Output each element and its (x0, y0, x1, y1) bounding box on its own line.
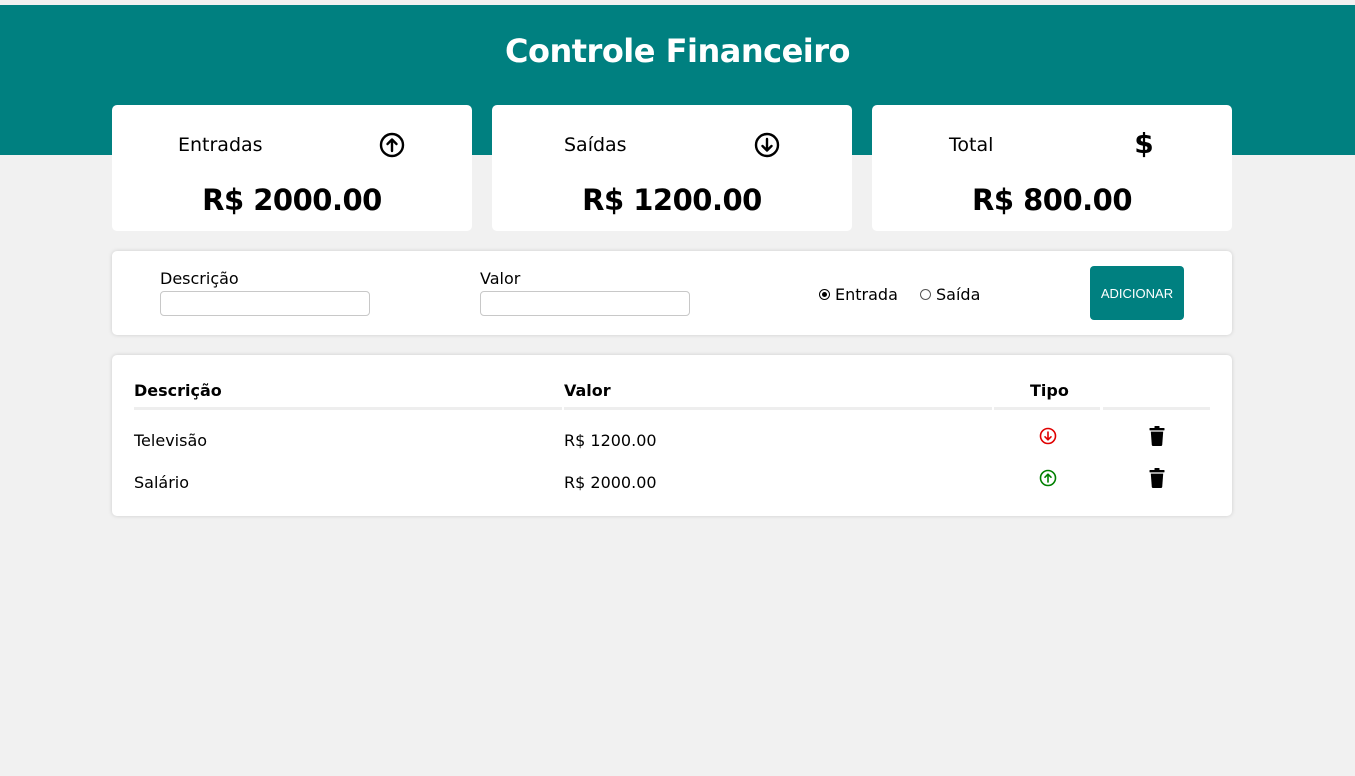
header-divider (994, 407, 1100, 410)
radio-entrada-dot[interactable] (819, 289, 830, 300)
card-saidas: Saídas R$ 1200.00 (492, 105, 852, 231)
row-valor: R$ 2000.00 (564, 473, 657, 492)
card-total-value: R$ 800.00 (971, 183, 1133, 217)
arrow-circle-up-icon (379, 132, 405, 158)
dollar-icon: $ (1134, 127, 1154, 160)
page-title: Controle Financeiro (504, 32, 851, 70)
radio-saida-label: Saída (936, 285, 981, 304)
row-valor: R$ 1200.00 (564, 431, 657, 450)
card-entradas-value: R$ 2000.00 (202, 183, 382, 217)
transaction-form: Descrição Valor Entrada Saída ADICIONAR (112, 251, 1232, 335)
add-button[interactable]: ADICIONAR (1090, 266, 1184, 320)
card-entradas: Entradas R$ 2000.00 (112, 105, 472, 231)
card-total-label: Total (949, 134, 994, 156)
row-descricao: Televisão (134, 431, 208, 450)
arrow-circle-up-icon (1039, 469, 1057, 487)
radio-entrada-label: Entrada (835, 285, 898, 304)
radio-entrada[interactable]: Entrada (819, 285, 898, 304)
card-saidas-value: R$ 1200.00 (582, 183, 762, 217)
card-entradas-label: Entradas (178, 134, 263, 156)
trash-icon[interactable] (1149, 426, 1165, 446)
arrow-circle-down-icon (754, 132, 780, 158)
trash-icon[interactable] (1149, 468, 1165, 488)
descricao-label: Descrição (160, 269, 239, 288)
valor-input[interactable] (480, 291, 690, 316)
valor-label: Valor (480, 269, 521, 288)
radio-saida[interactable]: Saída (920, 285, 980, 304)
radio-saida-dot[interactable] (920, 289, 931, 300)
header-descricao: Descrição (134, 381, 222, 400)
card-saidas-label: Saídas (564, 134, 627, 156)
header-tipo: Tipo (1030, 381, 1069, 400)
header-valor: Valor (564, 381, 611, 400)
card-total: Total $ R$ 800.00 (872, 105, 1232, 231)
header-divider (134, 407, 562, 410)
transactions-table: Descrição Valor Tipo Televisão R$ 1200.0… (112, 355, 1232, 516)
header-divider (564, 407, 992, 410)
descricao-input[interactable] (160, 291, 370, 316)
row-descricao: Salário (134, 473, 190, 492)
header-divider (1103, 407, 1210, 410)
arrow-circle-down-icon (1039, 427, 1057, 445)
